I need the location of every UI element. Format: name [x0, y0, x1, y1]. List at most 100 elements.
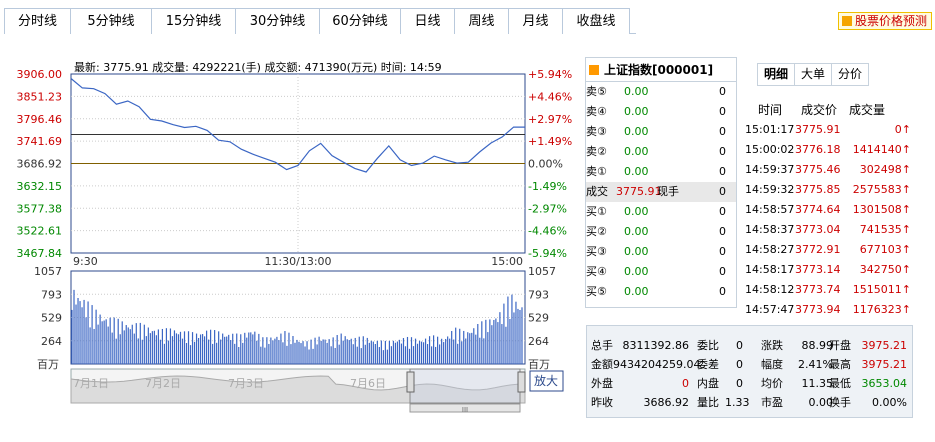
buy-level: 买④ 0.00 0: [586, 262, 736, 282]
summary-value: 1.33: [725, 396, 750, 409]
buy-level: 买① 0.00 0: [586, 202, 736, 222]
detail-row: 14:58:12 3773.74 1515011↑: [743, 283, 913, 303]
date-label: 7月3日: [228, 377, 264, 390]
sell-level: 卖③ 0.00 0: [586, 122, 736, 142]
period-tabs: 分时线 5分钟线 15分钟线 30分钟线 60分钟线 日线 周线 月线 收盘线: [4, 8, 636, 34]
level-price: 0.00: [624, 285, 649, 298]
summary-label: 内盘: [697, 377, 719, 390]
summary-label: 最低: [829, 377, 851, 390]
trade-volume: 1515011↑: [852, 283, 911, 296]
tab-close[interactable]: 收盘线: [562, 8, 630, 34]
time-label: 15:00: [491, 255, 523, 268]
level-label: 卖②: [586, 145, 607, 158]
tab-monthly[interactable]: 月线: [508, 8, 563, 34]
volume-unit-label: 百万: [37, 358, 59, 371]
trade-volume: 302498↑: [859, 163, 911, 176]
price-tick-label: 3632.15: [17, 180, 63, 193]
summary-label: 市盈: [761, 396, 783, 409]
sell-level: 卖① 0.00 0: [586, 162, 736, 182]
level-volume: 0: [719, 105, 726, 118]
summary-value: 8311392.86: [622, 339, 689, 352]
tab-weekly[interactable]: 周线: [454, 8, 509, 34]
tab-intraday[interactable]: 分时线: [4, 8, 71, 34]
level-volume: 0: [719, 225, 726, 238]
summary-value: 11.35: [801, 377, 834, 390]
buy-level: 买⑤ 0.00 0: [586, 282, 736, 302]
summary-label: 量比: [697, 396, 719, 409]
detail-row: 14:59:32 3775.85 2575583↑: [743, 183, 913, 203]
summary-label: 总手: [591, 339, 613, 352]
deal-row: 成交 3775.91 现手 0: [586, 182, 736, 202]
pct-tick-label: -4.46%: [528, 225, 567, 238]
summary-label: 最高: [829, 358, 851, 371]
volume-tick-label: 793: [528, 288, 549, 301]
current-hand-label: 现手: [657, 185, 679, 198]
level-price: 0.00: [624, 225, 649, 238]
detail-row: 14:58:37 3773.04 741535↑: [743, 223, 913, 243]
summary-value: 3686.92: [643, 396, 690, 409]
trade-volume: 741535↑: [859, 223, 911, 236]
pct-tick-label: +1.49%: [528, 135, 572, 148]
summary-row: 总手 8311392.86 委比 0 涨跌 88.99 开盘 3975.21: [587, 336, 912, 355]
trade-time: 14:58:27: [745, 243, 795, 256]
detail-row: 14:58:27 3772.91 677103↑: [743, 243, 913, 263]
pct-tick-label: +4.46%: [528, 90, 572, 103]
summary-value: 0: [736, 358, 743, 371]
level-label: 成交: [586, 185, 608, 198]
tab-5min[interactable]: 5分钟线: [70, 8, 152, 34]
pct-tick-label: +2.97%: [528, 113, 572, 126]
trade-time: 15:01:17: [745, 123, 795, 136]
time-label: 11:30/13:00: [264, 255, 331, 268]
trade-price: 3773.04: [795, 223, 841, 236]
level-price: 0.00: [624, 265, 649, 278]
price-tick-label: 3686.92: [17, 158, 63, 171]
level-price: 0.00: [624, 105, 649, 118]
level-volume: 0: [719, 185, 726, 198]
date-label: 7月1日: [73, 377, 109, 390]
trade-price: 3775.85: [795, 183, 841, 196]
volume-tick-label: 793: [41, 288, 62, 301]
navigator-right-handle: [517, 371, 526, 393]
trade-volume: 342750↑: [859, 263, 911, 276]
summary-label: 外盘: [591, 377, 613, 390]
detail-row: 15:01:17 3775.91 0↑: [743, 123, 913, 143]
level-price: 0.00: [624, 165, 649, 178]
volume-tick-label: 1057: [34, 265, 62, 278]
date-label: 7月6日: [350, 377, 386, 390]
tab-daily[interactable]: 日线: [400, 8, 455, 34]
sell-level: 卖⑤ 0.00 0: [586, 82, 736, 102]
level-volume: 0: [719, 85, 726, 98]
pct-tick-label: -1.49%: [528, 180, 567, 193]
tab-price-distribution[interactable]: 分价: [832, 64, 869, 85]
tab-large-orders[interactable]: 大单: [795, 64, 833, 85]
trade-detail-panel: 明细 大单 分价 时间 成交价 成交量 15:01:17 3775.91 0↑ 15:…: [743, 57, 913, 319]
level-label: 买④: [586, 265, 607, 278]
trade-time: 14:58:57: [745, 203, 795, 216]
price-tick-label: 3851.23: [17, 90, 63, 103]
trade-volume: 1301508↑: [852, 203, 911, 216]
level-label: 买②: [586, 225, 607, 238]
tab-detail[interactable]: 明细: [758, 64, 796, 85]
level-label: 卖③: [586, 125, 607, 138]
summary-value: 2.41%: [798, 358, 833, 371]
summary-label: 涨跌: [761, 339, 783, 352]
tab-60min[interactable]: 60分钟线: [319, 8, 401, 34]
time-label: 9:30: [73, 255, 98, 268]
pct-tick-label: 0.00%: [528, 158, 563, 171]
level-volume: 0: [719, 245, 726, 258]
tab-15min[interactable]: 15分钟线: [151, 8, 236, 34]
summary-row: 金额 9434204259.04 委差 0 幅度 2.41% 最高 3975.21: [587, 355, 912, 374]
trade-price: 3773.74: [795, 283, 841, 296]
forecast-button[interactable]: 股票价格预测: [838, 12, 932, 30]
summary-label: 均价: [761, 377, 783, 390]
detail-row: 14:57:47 3773.94 1176323↑: [743, 303, 913, 323]
detail-row: 15:00:02 3776.18 1414140↑: [743, 143, 913, 163]
detail-row: 14:58:57 3774.64 1301508↑: [743, 203, 913, 223]
tab-30min[interactable]: 30分钟线: [235, 8, 320, 34]
summary-label: 委比: [697, 339, 719, 352]
price-tick-label: 3796.46: [17, 113, 63, 126]
trade-time: 14:57:47: [745, 303, 795, 316]
level-volume: 0: [719, 285, 726, 298]
trade-time: 14:59:37: [745, 163, 795, 176]
price-tick-label: 3467.84: [17, 247, 63, 260]
